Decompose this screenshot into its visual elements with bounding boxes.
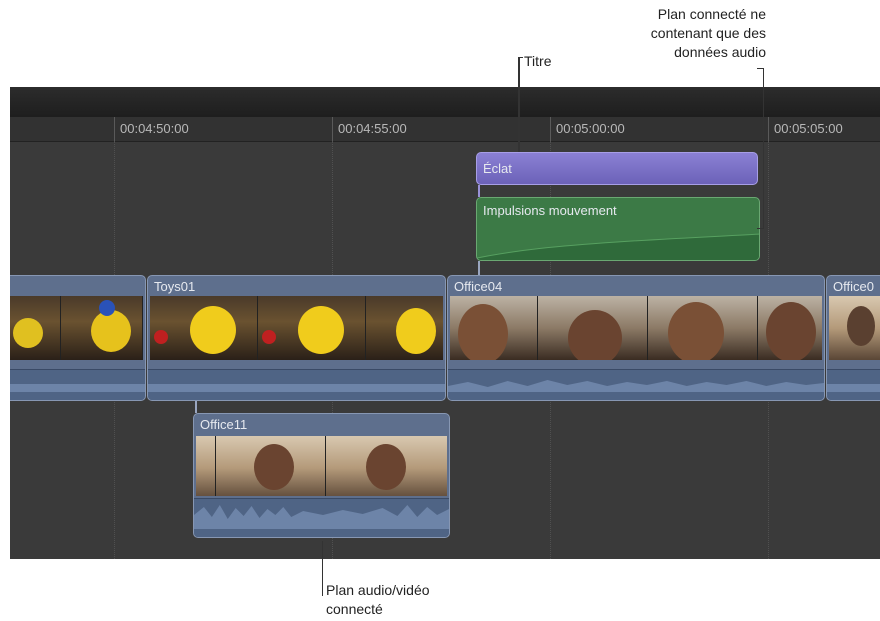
audio-leader-tick-bottom [757,228,764,229]
clip-name: Office04 [454,279,503,294]
filmstrip [450,296,822,360]
video-thumbnail [196,436,216,496]
connection-line [195,401,197,413]
video-thumbnail [10,296,61,360]
storyline-clip[interactable] [10,275,146,401]
av-leader-line [322,541,323,596]
title-clip-label: Éclat [483,161,512,176]
callout-audio-only-line3: données audio [674,44,766,60]
video-thumbnail [648,296,758,360]
ruler-tick-label: 00:04:50:00 [120,121,189,136]
connected-av-clip-office11[interactable]: Office11 [193,413,450,538]
video-thumbnail [258,296,366,360]
callout-av-line2: connecté [326,601,383,617]
audio-leader-line [763,68,764,228]
video-thumbnail [758,296,822,360]
audio-waveform [194,498,449,537]
callout-audio-only-line2: contenant que des [650,25,766,41]
filmstrip [829,296,880,360]
connection-line [478,185,480,197]
callout-av-line1: Plan audio/vidéo [326,582,430,598]
ruler-tick-label: 00:05:05:00 [774,121,843,136]
callout-audio-only-line1: Plan connecté ne [657,6,766,22]
video-thumbnail [61,296,143,360]
clip-name: Toys01 [154,279,196,294]
timeline[interactable]: 00:04:50:00 00:04:55:00 00:05:00:00 00:0… [10,87,880,559]
ruler-tick: 00:05:00:00 [550,117,625,141]
callout-title: Titre [524,53,552,69]
audio-waveform [448,369,824,400]
ruler-tick-label: 00:04:55:00 [338,121,407,136]
audio-waveform [148,369,445,400]
title-clip[interactable]: Éclat [476,152,758,185]
video-thumbnail [829,296,880,360]
video-thumbnail [450,296,538,360]
audio-waveform [477,233,759,260]
audio-leader-tick-top [757,68,764,69]
connection-line [478,261,480,275]
video-thumbnail [150,296,258,360]
timeline-toolbar [10,87,880,118]
storyline-clip-office04[interactable]: Office04 [447,275,825,401]
video-thumbnail [216,436,326,496]
clip-name: Office0 [833,279,874,294]
ruler-tick: 00:04:50:00 [114,117,189,141]
ruler-tick: 00:05:05:00 [768,117,843,141]
ruler-tick-label: 00:05:00:00 [556,121,625,136]
video-thumbnail [366,296,443,360]
filmstrip [150,296,443,360]
timeline-ruler[interactable]: 00:04:50:00 00:04:55:00 00:05:00:00 00:0… [10,117,880,142]
title-leader-tick [518,57,523,58]
filmstrip [10,296,143,360]
video-thumbnail [538,296,648,360]
storyline-clip-toys01[interactable]: Toys01 [147,275,446,401]
callout-audio-only: Plan connecté ne contenant que des donné… [606,5,766,62]
ruler-tick: 00:04:55:00 [332,117,407,141]
audio-only-clip[interactable]: Impulsions mouvement [476,197,760,261]
callout-av-clip: Plan audio/vidéo connecté [326,581,430,619]
audio-only-clip-label: Impulsions mouvement [483,203,617,218]
audio-waveform [827,369,880,400]
filmstrip [196,436,447,496]
clip-name: Office11 [200,417,248,432]
storyline-clip-office[interactable]: Office0 [826,275,880,401]
title-leader-line [518,57,520,152]
audio-waveform [10,369,145,400]
video-thumbnail [326,436,447,496]
